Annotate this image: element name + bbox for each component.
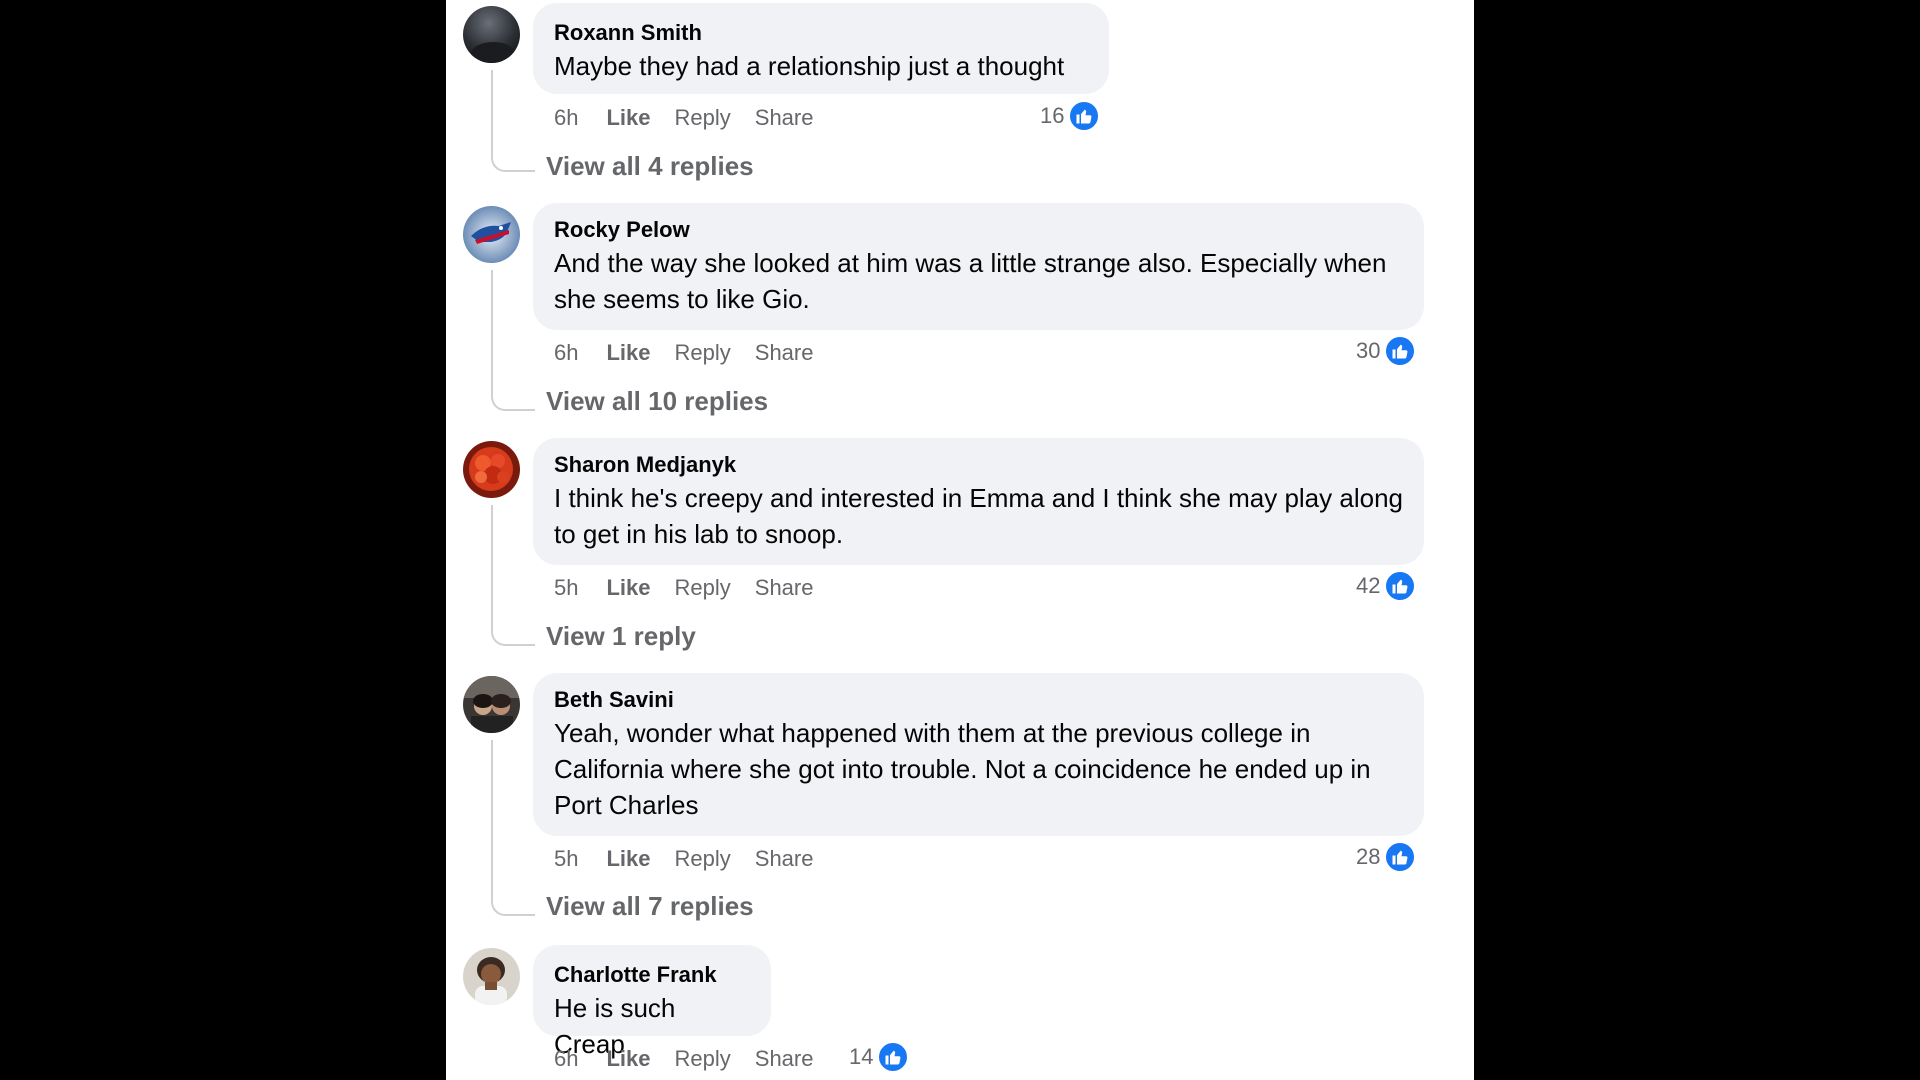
- comment-bubble: Charlotte Frank He is such Creap: [533, 945, 771, 1059]
- screenshot-frame: Roxann Smith Maybe they had a relationsh…: [0, 0, 1920, 1080]
- comment-time[interactable]: 6h: [554, 340, 578, 365]
- reaction-summary[interactable]: 30: [1356, 335, 1417, 367]
- comment-actions: 6h Like Reply Share: [554, 340, 837, 366]
- comment-time[interactable]: 6h: [554, 105, 578, 130]
- comment-actions: 5h Like Reply Share: [554, 846, 837, 872]
- comment-author[interactable]: Rocky Pelow: [554, 217, 1404, 243]
- view-replies-link[interactable]: View all 7 replies: [546, 891, 754, 921]
- share-button[interactable]: Share: [755, 105, 814, 130]
- share-button[interactable]: Share: [755, 1046, 814, 1071]
- comment-text: Yeah, wonder what happened with them at …: [554, 718, 1371, 820]
- avatar[interactable]: [463, 6, 520, 63]
- reaction-summary[interactable]: 14: [849, 1041, 910, 1073]
- comment-time[interactable]: 5h: [554, 846, 578, 871]
- comment-text: Maybe they had a relationship just a tho…: [554, 51, 1065, 81]
- thumbs-up-icon: [1068, 100, 1101, 132]
- like-button[interactable]: Like: [606, 340, 650, 365]
- comment-text: And the way she looked at him was a litt…: [554, 248, 1387, 314]
- share-button[interactable]: Share: [755, 340, 814, 365]
- reaction-count: 28: [1356, 844, 1381, 869]
- comment-time[interactable]: 6h: [554, 1046, 578, 1071]
- thread-line: [491, 740, 535, 916]
- reply-button[interactable]: Reply: [675, 846, 731, 871]
- comment-author[interactable]: Roxann Smith: [554, 20, 1089, 46]
- comment-bubble: Roxann Smith Maybe they had a relationsh…: [533, 3, 1109, 94]
- thumbs-up-icon: [1384, 335, 1417, 367]
- thread-line: [491, 270, 535, 411]
- reaction-summary[interactable]: 28: [1356, 841, 1417, 873]
- share-button[interactable]: Share: [755, 575, 814, 600]
- avatar[interactable]: [463, 676, 520, 733]
- avatar[interactable]: [463, 206, 520, 263]
- thumbs-up-icon: [1384, 570, 1417, 602]
- like-button[interactable]: Like: [606, 846, 650, 871]
- thumbs-up-icon: [877, 1041, 910, 1073]
- comment-bubble: Sharon Medjanyk I think he's creepy and …: [533, 438, 1424, 565]
- view-replies-link[interactable]: View 1 reply: [546, 621, 696, 651]
- comment-author[interactable]: Beth Savini: [554, 687, 1404, 713]
- comment-actions: 6h Like Reply Share: [554, 105, 837, 131]
- comment-time[interactable]: 5h: [554, 575, 578, 600]
- reply-button[interactable]: Reply: [675, 1046, 731, 1071]
- share-button[interactable]: Share: [755, 846, 814, 871]
- like-button[interactable]: Like: [606, 1046, 650, 1071]
- comment-actions: 6h Like Reply Share: [554, 1046, 837, 1072]
- reaction-count: 14: [849, 1044, 874, 1069]
- like-button[interactable]: Like: [606, 575, 650, 600]
- thread-line: [491, 70, 535, 172]
- comment-bubble: Rocky Pelow And the way she looked at hi…: [533, 203, 1424, 330]
- reaction-summary[interactable]: 42: [1356, 570, 1417, 602]
- reply-button[interactable]: Reply: [675, 575, 731, 600]
- reaction-summary[interactable]: 16: [1040, 100, 1101, 132]
- avatar[interactable]: [463, 948, 520, 1005]
- reply-button[interactable]: Reply: [675, 105, 731, 130]
- comment-bubble: Beth Savini Yeah, wonder what happened w…: [533, 673, 1424, 836]
- reaction-count: 30: [1356, 338, 1381, 363]
- thread-line: [491, 505, 535, 646]
- reaction-count: 16: [1040, 103, 1065, 128]
- like-button[interactable]: Like: [606, 105, 650, 130]
- comment-actions: 5h Like Reply Share: [554, 575, 837, 601]
- comments-panel: Roxann Smith Maybe they had a relationsh…: [446, 0, 1474, 1080]
- thumbs-up-icon: [1384, 841, 1417, 873]
- comment-author[interactable]: Sharon Medjanyk: [554, 452, 1404, 478]
- avatar[interactable]: [463, 441, 520, 498]
- reaction-count: 42: [1356, 573, 1381, 598]
- view-replies-link[interactable]: View all 10 replies: [546, 386, 768, 416]
- comment-text: I think he's creepy and interested in Em…: [554, 483, 1403, 549]
- reply-button[interactable]: Reply: [675, 340, 731, 365]
- view-replies-link[interactable]: View all 4 replies: [546, 151, 754, 181]
- comment-author[interactable]: Charlotte Frank: [554, 962, 751, 988]
